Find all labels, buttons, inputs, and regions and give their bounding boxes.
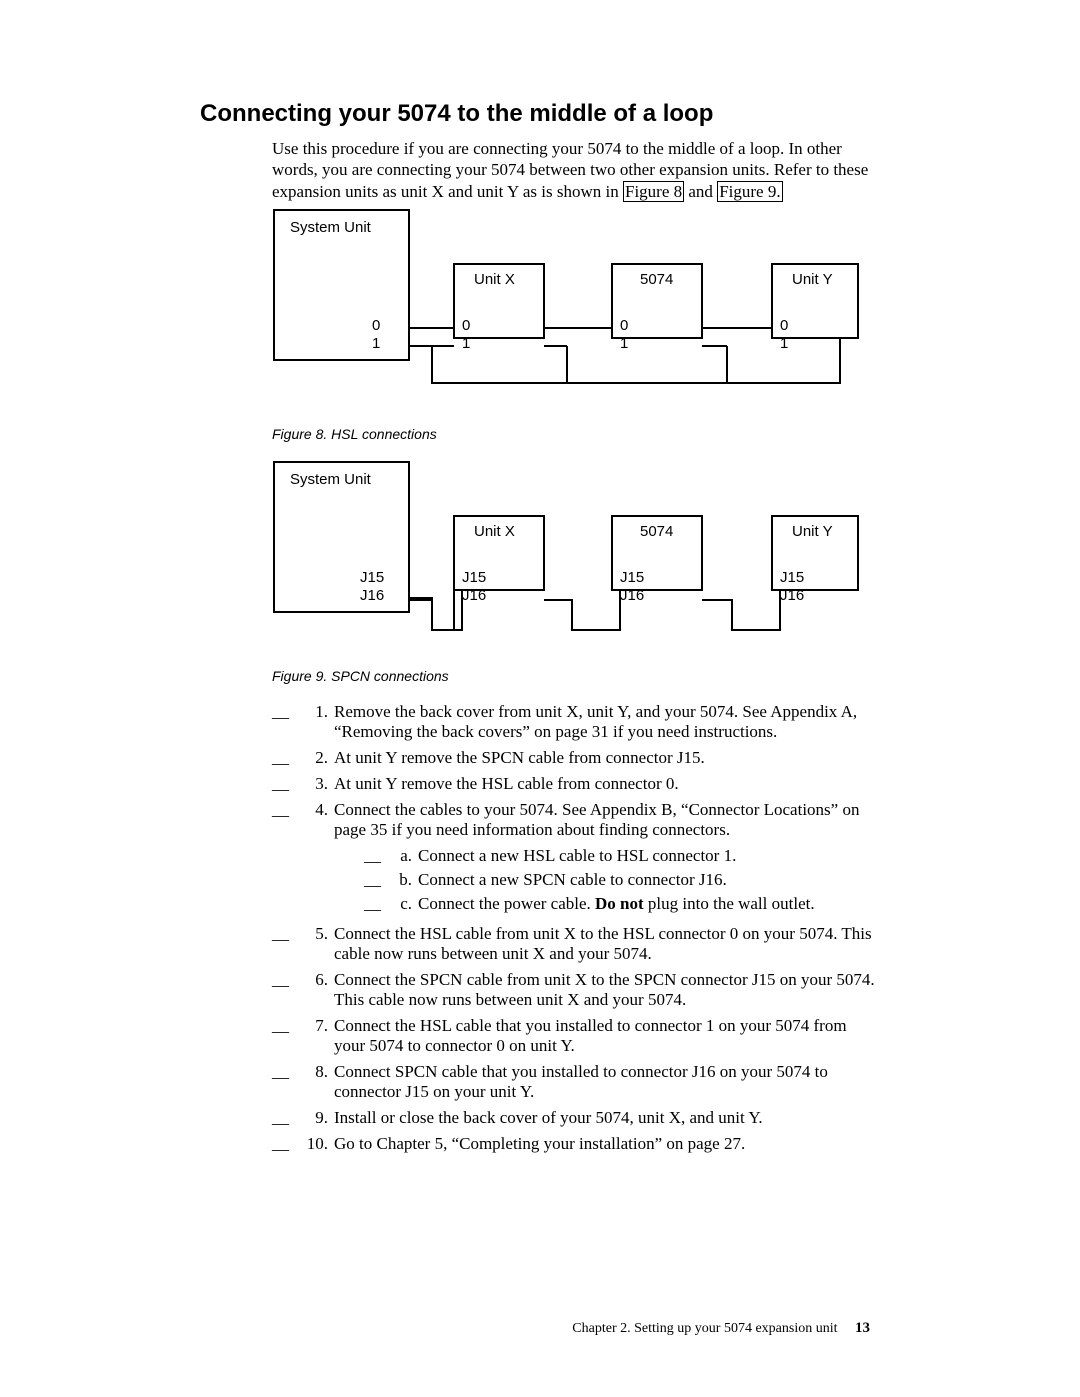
do-not-bold: Do not xyxy=(595,894,644,913)
figure-8-caption: Figure 8. HSL connections xyxy=(272,426,880,442)
fig8-sys-port0: 0 xyxy=(372,317,380,334)
fig9-system-unit-label: System Unit xyxy=(290,471,372,488)
fig8-y-port0: 0 xyxy=(780,317,788,334)
figure-9-crossref[interactable]: Figure 9. xyxy=(717,181,782,202)
step-3: __3.At unit Y remove the HSL cable from … xyxy=(272,774,880,794)
figure-9-diagram: System Unit Unit X 5074 Unit Y J15 J16 J… xyxy=(272,460,872,660)
fig8-unity-label: Unit Y xyxy=(792,271,833,288)
fig9-y-j15: J15 xyxy=(780,569,804,586)
step-4-text: Connect the cables to your 5074. See App… xyxy=(334,800,859,839)
step-10: __10.Go to Chapter 5, “Completing your i… xyxy=(272,1134,880,1154)
step-9: __9.Install or close the back cover of y… xyxy=(272,1108,880,1128)
step-4b: __b.Connect a new SPCN cable to connecto… xyxy=(364,870,880,890)
intro-and: and xyxy=(684,182,717,201)
fig8-x-port1: 1 xyxy=(462,335,470,352)
fig8-y-port1: 1 xyxy=(780,335,788,352)
fig8-5074-label: 5074 xyxy=(640,271,673,288)
fig8-unitx-label: Unit X xyxy=(474,271,515,288)
fig9-x-j15: J15 xyxy=(462,569,486,586)
step-1: __1.Remove the back cover from unit X, u… xyxy=(272,702,880,742)
fig9-5074-j16: J16 xyxy=(620,587,644,604)
step-7: __7.Connect the HSL cable that you insta… xyxy=(272,1016,880,1056)
task-list: __1.Remove the back cover from unit X, u… xyxy=(272,702,880,1154)
step-5: __5.Connect the HSL cable from unit X to… xyxy=(272,924,880,964)
section-title: Connecting your 5074 to the middle of a … xyxy=(200,100,880,128)
footer-page-number: 13 xyxy=(855,1320,870,1336)
fig9-unitx-label: Unit X xyxy=(474,523,515,540)
fig8-sys-port1: 1 xyxy=(372,335,380,352)
fig9-sys-j15: J15 xyxy=(360,569,384,586)
fig8-x-port0: 0 xyxy=(462,317,470,334)
checkbox: __ xyxy=(272,702,300,722)
step-4a: __a.Connect a new HSL cable to HSL conne… xyxy=(364,846,880,866)
figure-8-crossref[interactable]: Figure 8 xyxy=(623,181,684,202)
step-number: 1. xyxy=(300,702,334,722)
fig8-5074-port0: 0 xyxy=(620,317,628,334)
step-6: __6.Connect the SPCN cable from unit X t… xyxy=(272,970,880,1010)
fig9-sys-j16: J16 xyxy=(360,587,384,604)
page-footer: Chapter 2. Setting up your 5074 expansio… xyxy=(572,1320,870,1337)
step-8: __8.Connect SPCN cable that you installe… xyxy=(272,1062,880,1102)
fig8-system-unit-label: System Unit xyxy=(290,219,372,236)
step-2: __2.At unit Y remove the SPCN cable from… xyxy=(272,748,880,768)
fig9-5074-label: 5074 xyxy=(640,523,673,540)
fig9-unity-label: Unit Y xyxy=(792,523,833,540)
footer-chapter: Chapter 2. Setting up your 5074 expansio… xyxy=(572,1321,837,1336)
figure-8-diagram: System Unit Unit X 5074 Unit Y 0 1 0 1 0… xyxy=(272,208,872,418)
fig9-y-j16: J16 xyxy=(780,587,804,604)
fig9-5074-j15: J15 xyxy=(620,569,644,586)
step-4c: __c.Connect the power cable. Do not plug… xyxy=(364,894,880,914)
fig8-5074-port1: 1 xyxy=(620,335,628,352)
intro-paragraph: Use this procedure if you are connecting… xyxy=(272,138,880,202)
figure-9-caption: Figure 9. SPCN connections xyxy=(272,668,880,684)
step-4: __4. Connect the cables to your 5074. Se… xyxy=(272,800,880,918)
fig9-x-j16: J16 xyxy=(462,587,486,604)
step-4-substeps: __a.Connect a new HSL cable to HSL conne… xyxy=(364,846,880,914)
step-text: Remove the back cover from unit X, unit … xyxy=(334,702,880,742)
